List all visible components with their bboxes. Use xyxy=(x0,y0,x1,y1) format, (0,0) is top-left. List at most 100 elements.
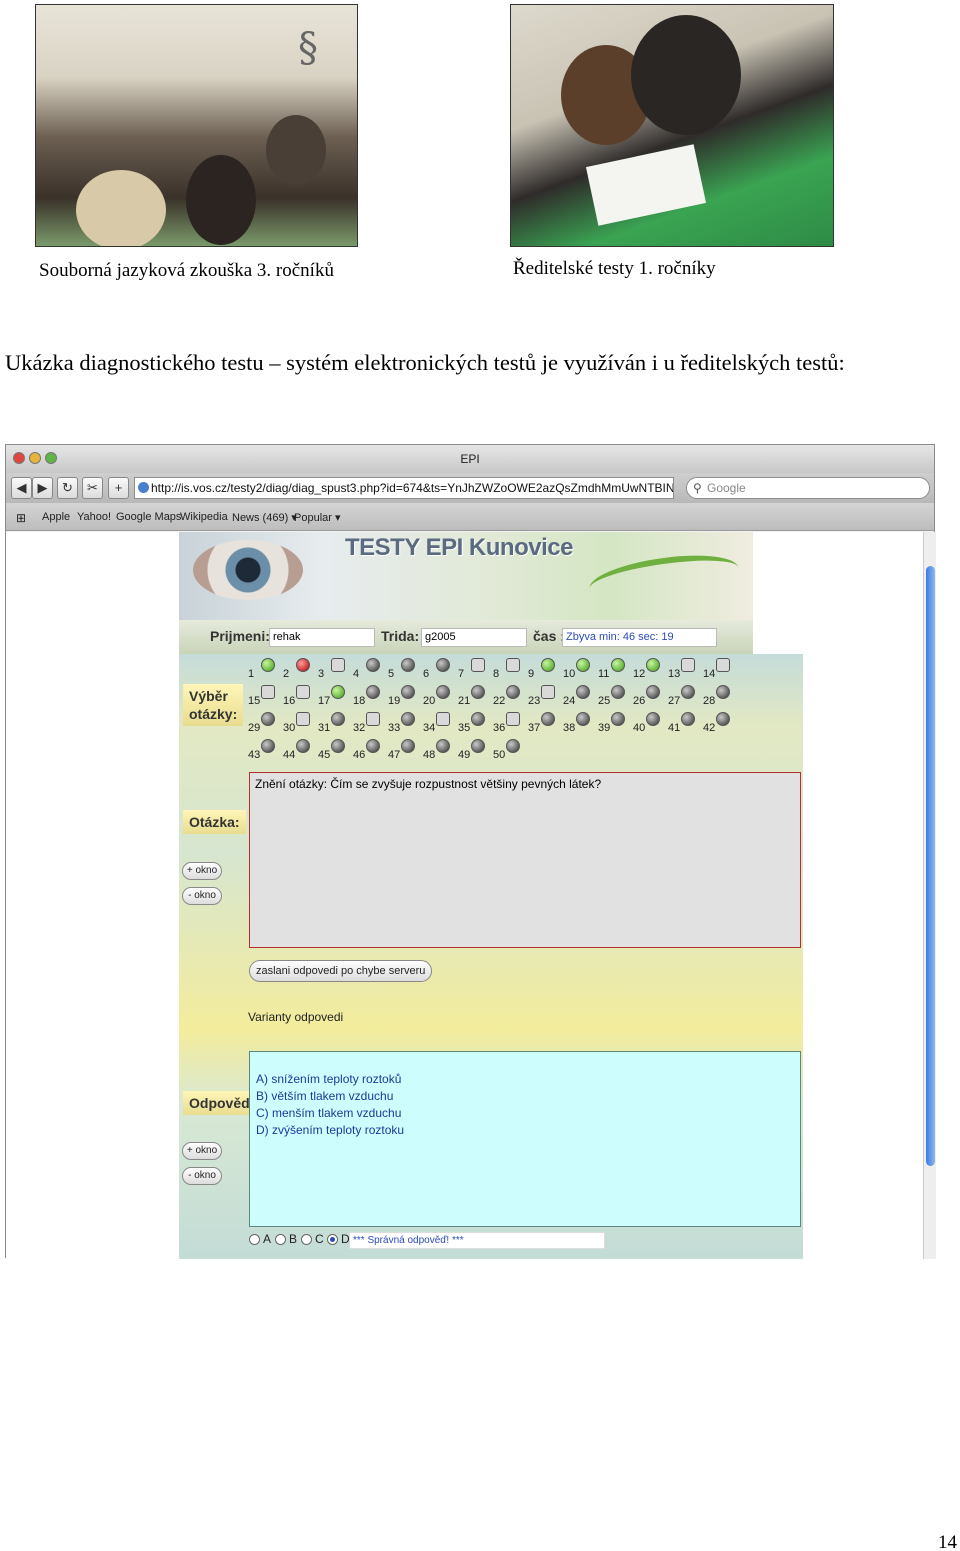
question-status-icon[interactable] xyxy=(541,658,555,672)
bookmarks-icon[interactable]: ⊞ xyxy=(16,511,26,525)
question-status-icon[interactable] xyxy=(366,658,380,672)
expand-answer-button[interactable]: + okno xyxy=(182,1142,222,1160)
question-status-icon[interactable] xyxy=(296,739,310,753)
question-status-icon[interactable] xyxy=(296,685,310,699)
question-status-icon[interactable] xyxy=(401,739,415,753)
question-status-icon[interactable] xyxy=(471,712,485,726)
question-status-icon[interactable] xyxy=(331,685,345,699)
question-status-icon[interactable] xyxy=(716,658,730,672)
bookmark-google-maps[interactable]: Google Maps xyxy=(116,511,181,523)
question-status-icon[interactable] xyxy=(646,712,660,726)
question-status-icon[interactable] xyxy=(646,685,660,699)
question-number: 11 xyxy=(598,668,610,680)
paragraph-sign-icon: § xyxy=(298,25,318,71)
question-status-icon[interactable] xyxy=(716,685,730,699)
question-status-icon[interactable] xyxy=(401,712,415,726)
bookmark-popular[interactable]: Popular ▾ xyxy=(294,511,341,524)
bookmark-wikipedia[interactable]: Wikipedia xyxy=(180,511,228,523)
question-status-icon[interactable] xyxy=(471,685,485,699)
question-status-icon[interactable] xyxy=(331,712,345,726)
question-status-icon[interactable] xyxy=(541,712,555,726)
add-bookmark-icon[interactable]: + xyxy=(108,477,129,499)
question-status-icon[interactable] xyxy=(681,685,695,699)
question-status-icon[interactable] xyxy=(296,658,310,672)
scrollbar[interactable] xyxy=(923,532,936,1259)
trida-field[interactable]: g2005 xyxy=(421,628,527,647)
reload-icon[interactable]: ↻ xyxy=(57,477,78,499)
answer-option: A) snížením teploty roztoků xyxy=(256,1072,402,1086)
resend-answer-button[interactable]: zaslani odpovedi po chybe serveru xyxy=(249,960,433,982)
question-number: 47 xyxy=(388,749,401,761)
question-status-icon[interactable] xyxy=(436,658,450,672)
question-status-icon[interactable] xyxy=(331,739,345,753)
bookmark-yahoo[interactable]: Yahoo! xyxy=(77,511,111,523)
scrollbar-thumb[interactable] xyxy=(926,566,935,1166)
question-status-icon[interactable] xyxy=(576,658,590,672)
radio-d[interactable] xyxy=(327,1234,338,1245)
browser-window: EPI ◀ ▶ ↻ ✂ + http://is.vos.cz/testy2/di… xyxy=(5,444,936,1259)
question-status-icon[interactable] xyxy=(401,685,415,699)
question-number: 25 xyxy=(598,695,611,707)
expand-question-button[interactable]: + okno xyxy=(182,862,222,880)
question-number: 48 xyxy=(423,749,436,761)
question-status-icon[interactable] xyxy=(296,712,310,726)
question-number: 29 xyxy=(248,722,261,734)
search-placeholder: Google xyxy=(707,481,746,495)
question-status-icon[interactable] xyxy=(506,712,520,726)
question-status-icon[interactable] xyxy=(506,685,520,699)
answers-textarea[interactable]: A) snížením teploty roztoků B) větším tl… xyxy=(249,1051,801,1227)
question-status-icon[interactable] xyxy=(541,685,555,699)
prijmeni-field[interactable]: rehak xyxy=(269,628,375,647)
question-status-icon[interactable] xyxy=(716,712,730,726)
shrink-question-button[interactable]: - okno xyxy=(182,887,222,905)
radio-b[interactable] xyxy=(275,1234,286,1245)
question-status-icon[interactable] xyxy=(436,739,450,753)
question-number: 8 xyxy=(493,668,500,680)
question-status-icon[interactable] xyxy=(366,712,380,726)
question-status-icon[interactable] xyxy=(646,658,660,672)
shrink-answer-button[interactable]: - okno xyxy=(182,1167,222,1185)
question-status-icon[interactable] xyxy=(611,658,625,672)
question-status-icon[interactable] xyxy=(611,685,625,699)
question-status-icon[interactable] xyxy=(576,712,590,726)
question-status-icon[interactable] xyxy=(261,685,275,699)
question-status-icon[interactable] xyxy=(506,739,520,753)
back-icon[interactable]: ◀ xyxy=(11,477,32,499)
question-status-icon[interactable] xyxy=(611,712,625,726)
question-number: 37 xyxy=(528,722,541,734)
bookmark-apple[interactable]: Apple xyxy=(42,511,70,523)
question-status-icon[interactable] xyxy=(471,739,485,753)
radio-a[interactable] xyxy=(249,1234,260,1245)
timer-field: Zbyva min: 46 sec: 19 xyxy=(562,628,717,647)
question-status-icon[interactable] xyxy=(436,685,450,699)
question-status-icon[interactable] xyxy=(681,658,695,672)
question-status-icon[interactable] xyxy=(506,658,520,672)
question-status-icon[interactable] xyxy=(366,739,380,753)
student-figure xyxy=(631,15,741,135)
search-field[interactable]: ⚲ Google xyxy=(686,477,930,499)
question-status-icon[interactable] xyxy=(366,685,380,699)
address-bar[interactable]: http://is.vos.cz/testy2/diag/diag_spust3… xyxy=(134,477,674,499)
radio-c[interactable] xyxy=(301,1234,312,1245)
bookmark-news[interactable]: News (469) ▾ xyxy=(232,511,297,524)
question-status-icon[interactable] xyxy=(261,658,275,672)
question-status-icon[interactable] xyxy=(261,739,275,753)
question-number: 42 xyxy=(703,722,716,734)
answer-option: B) větším tlakem vzduchu xyxy=(256,1089,394,1103)
question-status-icon[interactable] xyxy=(401,658,415,672)
question-textarea[interactable]: Znění otázky: Čím se zvyšuje rozpustnost… xyxy=(249,772,801,948)
question-status-icon[interactable] xyxy=(261,712,275,726)
decorative-swirl xyxy=(586,547,742,609)
question-status-icon[interactable] xyxy=(331,658,345,672)
question-number: 5 xyxy=(388,668,395,680)
question-number: 3 xyxy=(318,668,325,680)
forward-icon[interactable]: ▶ xyxy=(32,477,53,499)
question-status-icon[interactable] xyxy=(436,712,450,726)
snap-icon[interactable]: ✂ xyxy=(82,477,103,499)
question-status-icon[interactable] xyxy=(576,685,590,699)
question-status-icon[interactable] xyxy=(471,658,485,672)
student-info-bar: Prijmeni: rehak Trida: g2005 čas : Zbyva… xyxy=(179,620,753,654)
radio-b-label: B xyxy=(289,1232,298,1246)
question-status-icon[interactable] xyxy=(681,712,695,726)
question-number: 41 xyxy=(668,722,681,734)
